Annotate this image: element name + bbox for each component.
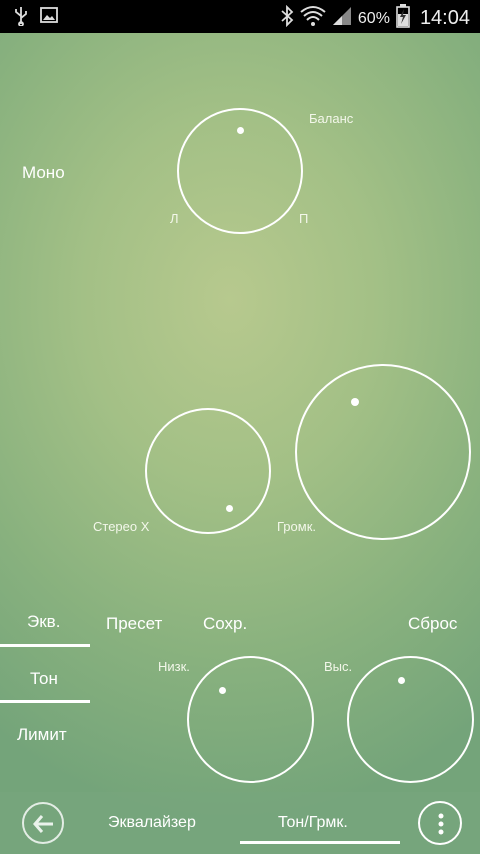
battery-percent: 60%: [357, 9, 390, 27]
treble-knob-indicator: [398, 677, 405, 684]
tab-equalizer[interactable]: Эквалайзер: [108, 814, 196, 832]
tab-eq[interactable]: Экв.: [27, 612, 60, 632]
back-arrow-icon: [33, 814, 55, 839]
status-bar: 60% 14:04: [0, 0, 480, 33]
balance-knob-indicator: [237, 127, 244, 134]
balance-label: Баланс: [309, 111, 354, 126]
wifi-icon: [300, 5, 326, 32]
active-tab-indicator: [240, 841, 400, 844]
clock: 14:04: [419, 7, 470, 29]
volume-knob[interactable]: [295, 364, 471, 540]
signal-icon: [332, 6, 352, 31]
tab-tone[interactable]: Тон: [30, 669, 58, 689]
tab-limit[interactable]: Лимит: [17, 725, 67, 745]
bass-label: Низк.: [158, 659, 190, 674]
mono-toggle[interactable]: Моно: [22, 163, 65, 183]
image-icon: [40, 6, 58, 31]
balance-knob[interactable]: [177, 108, 303, 234]
usb-icon: [14, 6, 28, 31]
stereo-x-knob-indicator: [226, 505, 233, 512]
bluetooth-icon: [280, 4, 294, 32]
stereo-x-knob[interactable]: [145, 408, 271, 534]
bass-knob-indicator: [219, 687, 226, 694]
volume-knob-indicator: [351, 398, 359, 406]
back-button[interactable]: [22, 802, 64, 844]
battery-icon: [396, 4, 410, 33]
treble-knob[interactable]: [347, 656, 474, 783]
tab-divider: [0, 644, 90, 647]
stereo-x-label: Стерео X: [93, 519, 150, 534]
balance-left-label: Л: [170, 211, 179, 226]
tab-tone-volume[interactable]: Тон/Грмк.: [278, 814, 348, 832]
bass-knob[interactable]: [187, 656, 314, 783]
save-button[interactable]: Сохр.: [203, 614, 247, 634]
preset-button[interactable]: Пресет: [106, 614, 162, 634]
reset-button[interactable]: Сброс: [408, 614, 457, 634]
balance-right-label: П: [299, 211, 309, 226]
more-button[interactable]: [418, 801, 462, 845]
volume-label: Громк.: [277, 519, 317, 534]
tab-divider: [0, 700, 90, 703]
bottom-nav: Эквалайзер Тон/Грмк.: [0, 792, 480, 854]
treble-label: Выс.: [324, 659, 353, 674]
more-vert-icon: [438, 813, 444, 840]
